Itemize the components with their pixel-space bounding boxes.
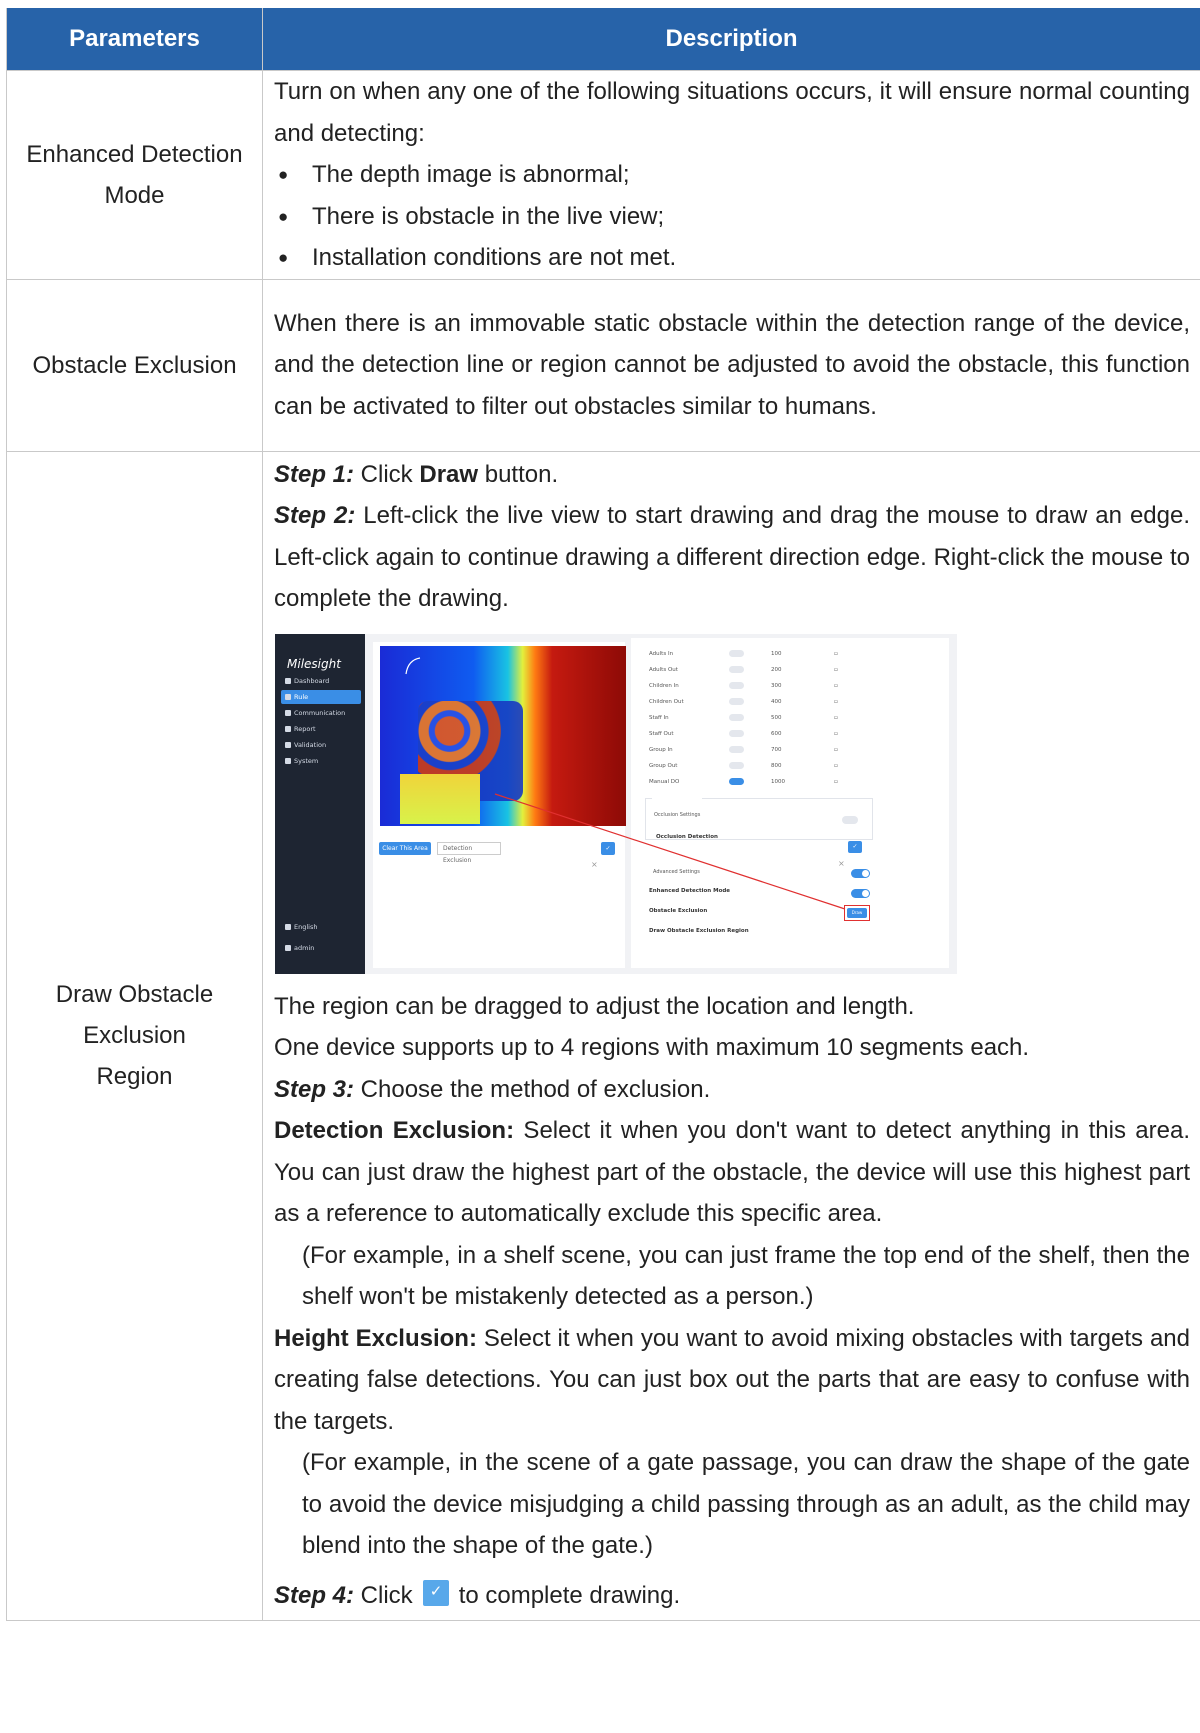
confirm-check-icon (422, 1579, 449, 1606)
list-item: There is obstacle in the live view; (274, 196, 1190, 238)
parameter-table: Parameters Description Enhanced Detectio… (6, 8, 1200, 1621)
table-row: Enhanced Detection Mode Turn on when any… (6, 70, 1200, 280)
ui-screenshot: Milesight Dashboard Rule Communication R… (275, 633, 957, 974)
pointer-arrow (494, 792, 846, 910)
desc-enhanced-detection-mode: Turn on when any one of the following si… (262, 70, 1200, 280)
drag-note: The region can be dragged to adjust the … (274, 992, 915, 1020)
step-2: Step 2: Left-click the live view to star… (274, 502, 1190, 612)
param-enhanced-detection-mode: Enhanced Detection Mode (6, 70, 263, 280)
table-header-row: Parameters Description (6, 8, 1200, 71)
support-note: One device supports up to 4 regions with… (274, 1034, 1030, 1061)
detection-example: (For example, in a shelf scene, you can … (302, 1241, 1190, 1311)
enhanced-bullet-list: The depth image is abnormal; There is ob… (274, 154, 1190, 279)
enhanced-intro: Turn on when any one of the following si… (274, 78, 1190, 147)
table-row: Draw Obstacle Exclusion Region Step 1: C… (6, 450, 1200, 1621)
step-4: Step 4: Clickto complete drawing. (274, 1575, 1190, 1617)
height-exclusion: Height Exclusion: Select it when you wan… (274, 1324, 1190, 1435)
header-parameters: Parameters (6, 8, 263, 71)
param-obstacle-exclusion: Obstacle Exclusion (6, 278, 263, 452)
desc-obstacle-exclusion: When there is an immovable static obstac… (262, 278, 1200, 452)
table-row: Obstacle Exclusion When there is an immo… (6, 278, 1200, 452)
header-description: Description (262, 8, 1200, 71)
height-example: (For example, in the scene of a gate pas… (302, 1449, 1190, 1559)
list-item: The depth image is abnormal; (274, 154, 1190, 196)
desc-draw-obstacle-exclusion-region: Step 1: Click Draw button. Step 2: Left-… (262, 450, 1200, 1621)
step-3: Step 3: Choose the method of exclusion. (274, 1075, 711, 1103)
list-item: Installation conditions are not met. (274, 237, 1190, 279)
step-1: Step 1: Click Draw button. (274, 460, 559, 488)
detection-exclusion: Detection Exclusion: Select it when you … (274, 1117, 1191, 1227)
param-draw-obstacle-exclusion-region: Draw Obstacle Exclusion Region (6, 450, 263, 1621)
